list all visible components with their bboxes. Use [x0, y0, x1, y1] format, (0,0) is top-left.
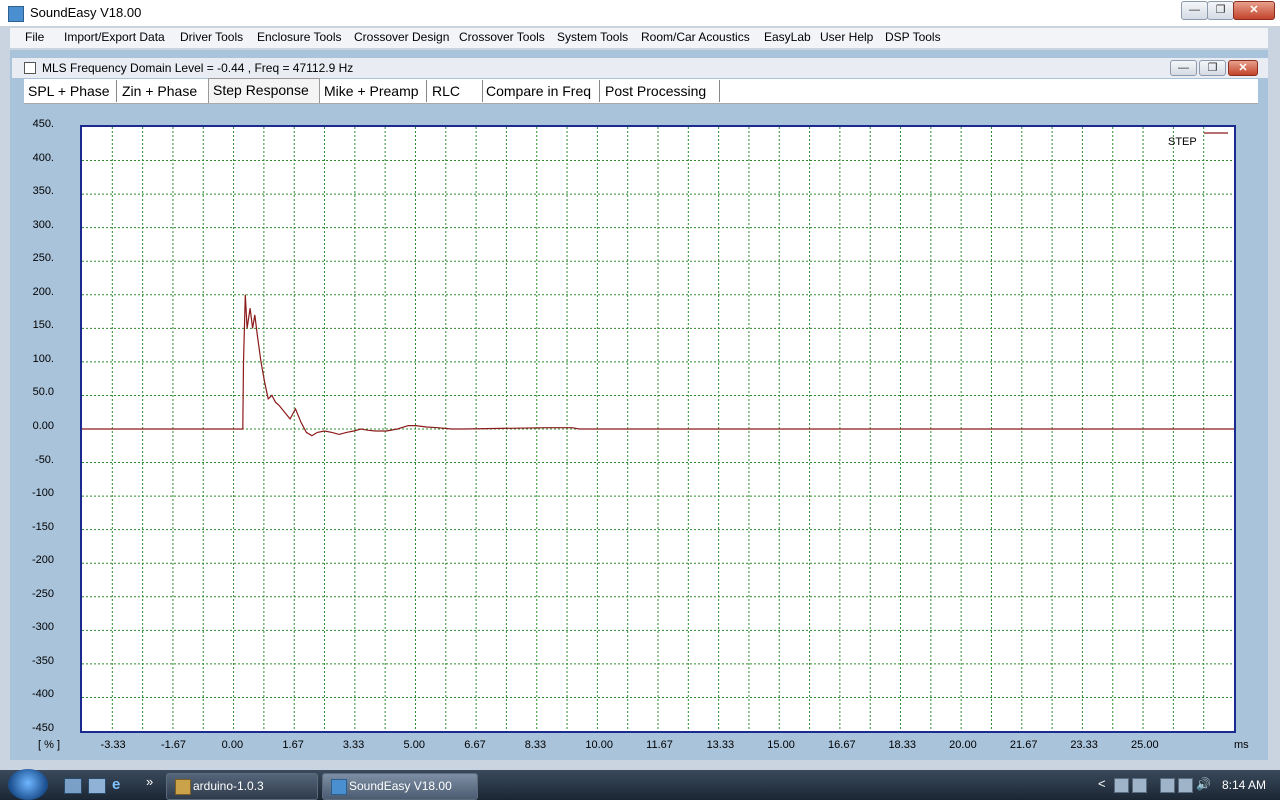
- menu-room-car-acoustics[interactable]: Room/Car Acoustics: [641, 30, 750, 44]
- y-tick-label: -200: [31, 554, 54, 567]
- x-tick-label: 6.67: [464, 739, 486, 751]
- menu-system-tools[interactable]: System Tools: [557, 30, 628, 44]
- tab-post-processing[interactable]: Post Processing: [601, 80, 720, 102]
- y-tick-label: -150: [31, 520, 54, 533]
- y-tick-label: 200.: [32, 285, 54, 298]
- y-tick-label: -100: [31, 487, 54, 500]
- app-icon: [8, 6, 24, 22]
- y-tick-label: 250.: [32, 252, 54, 265]
- y-tick-label: 450.: [32, 118, 54, 130]
- x-tick-label: 0.00: [221, 739, 244, 751]
- y-tick-label: 0.00: [32, 420, 54, 432]
- x-tick-label: -3.33: [100, 739, 126, 751]
- x-tick-label: 1.67: [282, 739, 304, 751]
- switch-windows-icon[interactable]: [88, 778, 106, 794]
- soundeasy-icon: [331, 779, 347, 795]
- menu-dsp-tools[interactable]: DSP Tools: [885, 30, 941, 44]
- close-button[interactable]: ✕: [1233, 1, 1275, 20]
- x-tick-label: 20.00: [949, 739, 977, 751]
- volume-icon[interactable]: 🔊: [1196, 778, 1211, 791]
- x-tick-label: -1.67: [160, 739, 187, 751]
- y-tick-label: 300.: [32, 218, 54, 231]
- tab-mike-preamp[interactable]: Mike + Preamp: [320, 80, 427, 102]
- connection-icon[interactable]: [1178, 778, 1193, 793]
- network-icon[interactable]: [1114, 778, 1129, 793]
- y-tick-label: 100.: [32, 352, 54, 365]
- y-tick-label: 150.: [32, 319, 54, 332]
- tab-spl-phase[interactable]: SPL + Phase: [24, 80, 117, 102]
- x-tick-label: 16.67: [828, 739, 856, 751]
- menu-easylab[interactable]: EasyLab: [764, 30, 811, 44]
- y-tick-label: 400.: [32, 151, 54, 164]
- tab-compare-in-freq[interactable]: Compare in Freq: [482, 80, 600, 102]
- tab-step-response[interactable]: Step Response: [208, 78, 320, 103]
- quick-launch-more[interactable]: »: [146, 774, 153, 789]
- y-tick-label: -400: [31, 688, 54, 701]
- tab-zin-phase[interactable]: Zin + Phase: [118, 80, 209, 102]
- folder-icon: [175, 779, 191, 795]
- x-tick-label: 23.33: [1070, 739, 1098, 751]
- menu-import-export[interactable]: Import/Export Data: [64, 30, 165, 44]
- taskbar-app-soundeasy[interactable]: SoundEasy V18.00: [322, 773, 478, 800]
- show-desktop-icon[interactable]: [64, 778, 82, 794]
- x-tick-label: 13.33: [706, 739, 735, 751]
- x-tick-label: 8.33: [524, 739, 547, 751]
- x-tick-label: 25.00: [1131, 739, 1159, 751]
- y-tick-label: 350.: [32, 185, 54, 198]
- x-tick-label: 21.67: [1009, 739, 1038, 751]
- start-button[interactable]: [8, 769, 48, 800]
- x-tick-label: 15.00: [767, 739, 795, 751]
- menu-driver-tools[interactable]: Driver Tools: [180, 30, 243, 44]
- y-tick-label: -350: [31, 654, 54, 667]
- x-axis-unit: ms: [1234, 739, 1249, 751]
- x-tick-label: 3.33: [342, 739, 365, 751]
- y-axis-unit: [ % ]: [38, 739, 61, 751]
- battery-icon[interactable]: [1160, 778, 1175, 793]
- restore-button[interactable]: ❐: [1207, 1, 1234, 20]
- printer-icon[interactable]: [1132, 778, 1147, 793]
- subwindow-title: MLS Frequency Domain Level = -0.44 , Fre…: [42, 61, 354, 75]
- step-response-chart: STEP: [82, 127, 1234, 731]
- menu-file[interactable]: File: [25, 30, 44, 44]
- menu-crossover-tools[interactable]: Crossover Tools: [459, 30, 545, 44]
- subwindow-icon: [24, 62, 36, 74]
- y-tick-label: -50.: [35, 453, 54, 466]
- y-tick-label: 50.0: [32, 386, 54, 399]
- menu-enclosure-tools[interactable]: Enclosure Tools: [257, 30, 342, 44]
- tab-rlc[interactable]: RLC: [428, 80, 483, 102]
- clock: 8:14 AM: [1222, 778, 1267, 792]
- title-bar: SoundEasy V18.00 — ❐ ✕: [0, 0, 1280, 26]
- menu-user-help[interactable]: User Help: [820, 30, 873, 44]
- tray-expand-arrow[interactable]: <: [1098, 776, 1106, 791]
- legend-label: STEP: [1168, 136, 1197, 148]
- x-tick-label: 18.33: [888, 739, 916, 751]
- x-tick-label: 11.67: [646, 739, 673, 751]
- sub-close-button[interactable]: ✕: [1228, 60, 1258, 76]
- internet-explorer-icon[interactable]: e: [112, 777, 128, 792]
- y-tick-label: -250: [31, 587, 54, 600]
- sub-restore-button[interactable]: ❐: [1199, 60, 1226, 76]
- window-title: SoundEasy V18.00: [30, 5, 142, 20]
- plot-area[interactable]: STEP: [80, 125, 1236, 733]
- sub-minimize-button[interactable]: —: [1170, 60, 1197, 76]
- minimize-button[interactable]: —: [1181, 1, 1208, 20]
- y-tick-label: -300: [31, 621, 54, 634]
- taskbar-app-arduino[interactable]: arduino-1.0.3: [166, 773, 318, 800]
- menu-crossover-design[interactable]: Crossover Design: [354, 30, 449, 44]
- x-tick-label: 5.00: [403, 739, 425, 751]
- y-tick-label: -450: [31, 722, 54, 734]
- x-tick-label: 10.00: [585, 739, 613, 751]
